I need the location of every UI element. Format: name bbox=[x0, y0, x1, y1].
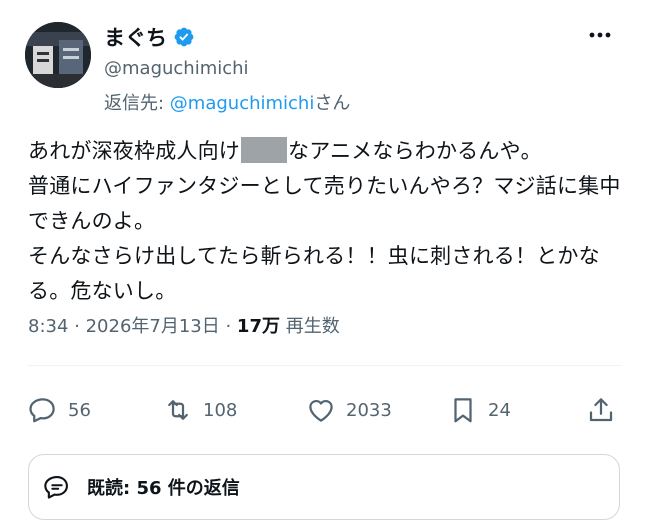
bookmark-button[interactable]: 24 bbox=[448, 395, 511, 425]
reply-to-handle-link[interactable]: @maguchimichi bbox=[170, 93, 315, 114]
author-display-name[interactable]: まぐち bbox=[104, 22, 195, 52]
retweet-icon bbox=[168, 400, 188, 420]
verified-badge-icon bbox=[174, 27, 194, 47]
share-button[interactable] bbox=[586, 395, 626, 425]
reply-icon bbox=[29, 398, 55, 423]
tweet-text-part2: なアニメならわかるんや。 普通にハイファンタジーとして売りたいんやろ？マジ話に集… bbox=[28, 139, 621, 303]
more-options-icon[interactable] bbox=[585, 20, 615, 50]
bookmark-count: 24 bbox=[488, 399, 511, 421]
reply-to-line: 返信先: @maguchimichiさん bbox=[104, 89, 350, 115]
like-button[interactable]: 2033 bbox=[306, 395, 392, 425]
read-replies-label: 既読: 56 件の返信 bbox=[87, 478, 240, 499]
retweet-button[interactable]: 108 bbox=[163, 395, 237, 425]
reply-prefix: 返信先: bbox=[104, 93, 170, 114]
like-count: 2033 bbox=[346, 399, 392, 421]
divider bbox=[28, 365, 622, 366]
tweet-text-part1: あれが深夜枠成人向け bbox=[28, 139, 240, 163]
tweet-timestamp[interactable]: 8:34 · 2026年7月13日 · bbox=[28, 316, 237, 337]
tweet-text: あれが深夜枠成人向け なアニメならわかるんや。 普通にハイファンタジーとして売りた… bbox=[28, 134, 628, 309]
views-label: 再生数 bbox=[279, 316, 340, 337]
redaction-block bbox=[241, 137, 287, 163]
display-name-text[interactable]: まぐち bbox=[104, 22, 167, 52]
avatar[interactable] bbox=[25, 22, 91, 88]
tweet-meta: 8:34 · 2026年7月13日 · 17万 再生数 bbox=[28, 312, 340, 338]
retweet-count: 108 bbox=[203, 399, 238, 421]
bookmark-icon bbox=[454, 398, 472, 423]
reply-suffix: さん bbox=[314, 93, 351, 114]
author-handle[interactable]: @maguchimichi bbox=[104, 58, 249, 79]
heart-icon bbox=[309, 399, 333, 422]
share-icon bbox=[589, 398, 613, 422]
speech-bubble-icon bbox=[44, 476, 68, 499]
reply-count: 56 bbox=[68, 399, 91, 421]
views-count: 17万 bbox=[236, 316, 280, 337]
read-replies-box[interactable]: 既読: 56 件の返信 bbox=[28, 454, 620, 520]
reply-button[interactable]: 56 bbox=[28, 395, 91, 425]
